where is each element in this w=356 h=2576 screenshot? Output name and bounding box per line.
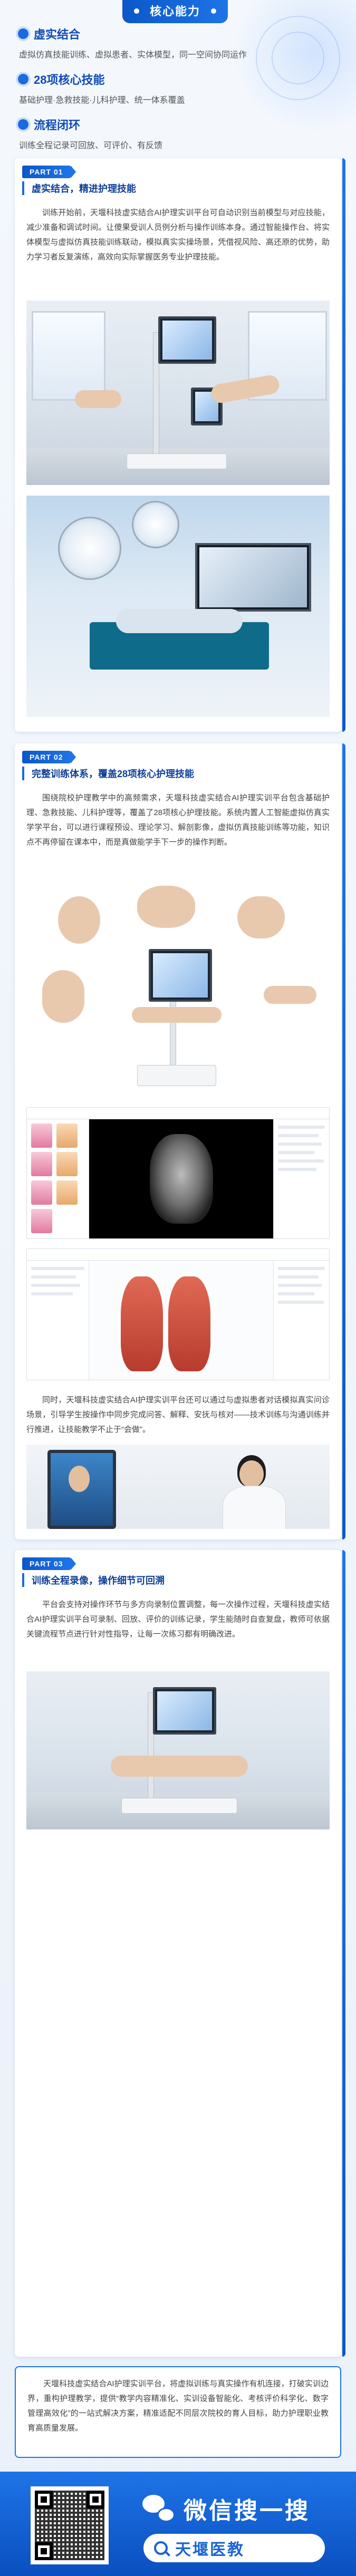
part-tag: PART 02 [22, 751, 76, 763]
training-room-photo [26, 301, 330, 485]
point-title: 28项核心技能 [34, 73, 105, 86]
scan-viewer [89, 1119, 273, 1238]
summary-paragraph: 天堰科技虚实结合AI护理实训平台，将虚拟训练与真实操作有机连接，打破实训边界，重… [27, 2379, 329, 2433]
point-title: 虚实结合 [34, 28, 81, 41]
dot-icon [18, 28, 28, 39]
hand-module [264, 986, 316, 1004]
part-01-card: PART 01 虚实结合，精进护理技能 训练开始前，天堰科技虚实结合AI护理实训… [15, 158, 345, 732]
footer: 微信搜一搜 天堰医教 [0, 2472, 356, 2576]
arm-module [237, 896, 285, 938]
section-title: 训练全程录像，操作细节可回溯 [22, 1573, 165, 1587]
monitor [149, 949, 212, 1002]
virtual-patient-avatar [69, 1466, 90, 1492]
qr-code[interactable] [31, 2486, 109, 2564]
point-desc: 虚拟仿真技能训练、虚拟患者、实体模型，同一空间协同运作 [19, 51, 247, 60]
part-tag: PART 03 [22, 1557, 76, 1570]
header: 核心能力 虚实结合 虚拟仿真技能训练、虚拟患者、实体模型，同一空间协同运作 28… [0, 0, 356, 150]
recording-photo [26, 1671, 330, 1829]
point-1: 虚实结合 虚拟仿真技能训练、虚拟患者、实体模型，同一空间协同运作 [18, 25, 338, 60]
manikin-arm [75, 390, 121, 408]
monitor [153, 1687, 216, 1735]
search-keyword: 天堰医教 [175, 2541, 245, 2559]
wechat-search-banner: 微信搜一搜 [142, 2492, 310, 2525]
operating-room-render [26, 496, 330, 717]
search-icon [154, 2541, 168, 2555]
monitor [158, 316, 216, 364]
section-paragraph: 围绕院校护理教学中的高频需求，天堰科技虚实结合AI护理实训平台包含基础护理、急救… [26, 793, 330, 847]
infant-module [58, 896, 100, 944]
imaging-software-screenshot [26, 1107, 330, 1239]
dot-icon [18, 74, 28, 84]
point-desc: 基础护理·急救技能·儿科护理、统一体系覆盖 [19, 96, 185, 105]
point-3: 流程闭环 训练全程记录可回放、可评价、有反馈 [18, 116, 338, 151]
page: 核心能力 虚实结合 虚拟仿真技能训练、虚拟患者、实体模型，同一空间协同运作 28… [0, 0, 356, 2576]
device-modules-photo [26, 875, 330, 1097]
point-desc: 训练全程记录可回放、可评价、有反馈 [19, 141, 163, 150]
torso-module [137, 886, 195, 928]
anatomy-software-screenshot [26, 1248, 330, 1380]
section-title: 虚实结合，精进护理技能 [22, 181, 136, 195]
part-tag: PART 01 [22, 166, 76, 178]
search-box[interactable]: 天堰医教 [143, 2534, 325, 2562]
section-paragraph: 训练开始前，天堰科技虚实结合AI护理实训平台可自动识别当前模型与对应技能，减少准… [26, 208, 330, 262]
point-2: 28项核心技能 基础护理·急救技能·儿科护理、统一体系覆盖 [18, 71, 338, 105]
section-title: 完整训练体系，覆盖28项核心护理技能 [22, 767, 194, 780]
wechat-icon [142, 2495, 175, 2522]
summary-card: 天堰科技虚实结合AI护理实训平台，将虚拟训练与真实操作有机连接，打破实训边界，重… [15, 2366, 341, 2458]
wall-display [195, 543, 311, 612]
section-paragraph: 平台会支持对操作环节与多方向录制位置调整，每一次操作过程，天堰科技虚实结合AI护… [26, 1600, 330, 1639]
virtual-patient-photo [26, 1445, 330, 1529]
part-03-card: PART 03 训练全程录像，操作细节可回溯 平台会支持对操作环节与多方向录制位… [15, 1550, 345, 2357]
pelvis-module [42, 970, 84, 1023]
anatomy-viewer [89, 1261, 273, 1380]
wechat-search-label: 微信搜一搜 [184, 2498, 310, 2524]
point-title: 流程闭环 [34, 119, 81, 132]
dot-icon [18, 119, 28, 130]
part-02-card: PART 02 完整训练体系，覆盖28项核心护理技能 围绕院校护理教学中的高频需… [15, 743, 345, 1539]
core-capability-tag: 核心能力 [122, 0, 228, 23]
section-paragraph: 同时，天堰科技虚实结合AI护理实训平台还可以通过与虚拟患者对话模拟真实问诊场景，… [26, 1396, 330, 1434]
